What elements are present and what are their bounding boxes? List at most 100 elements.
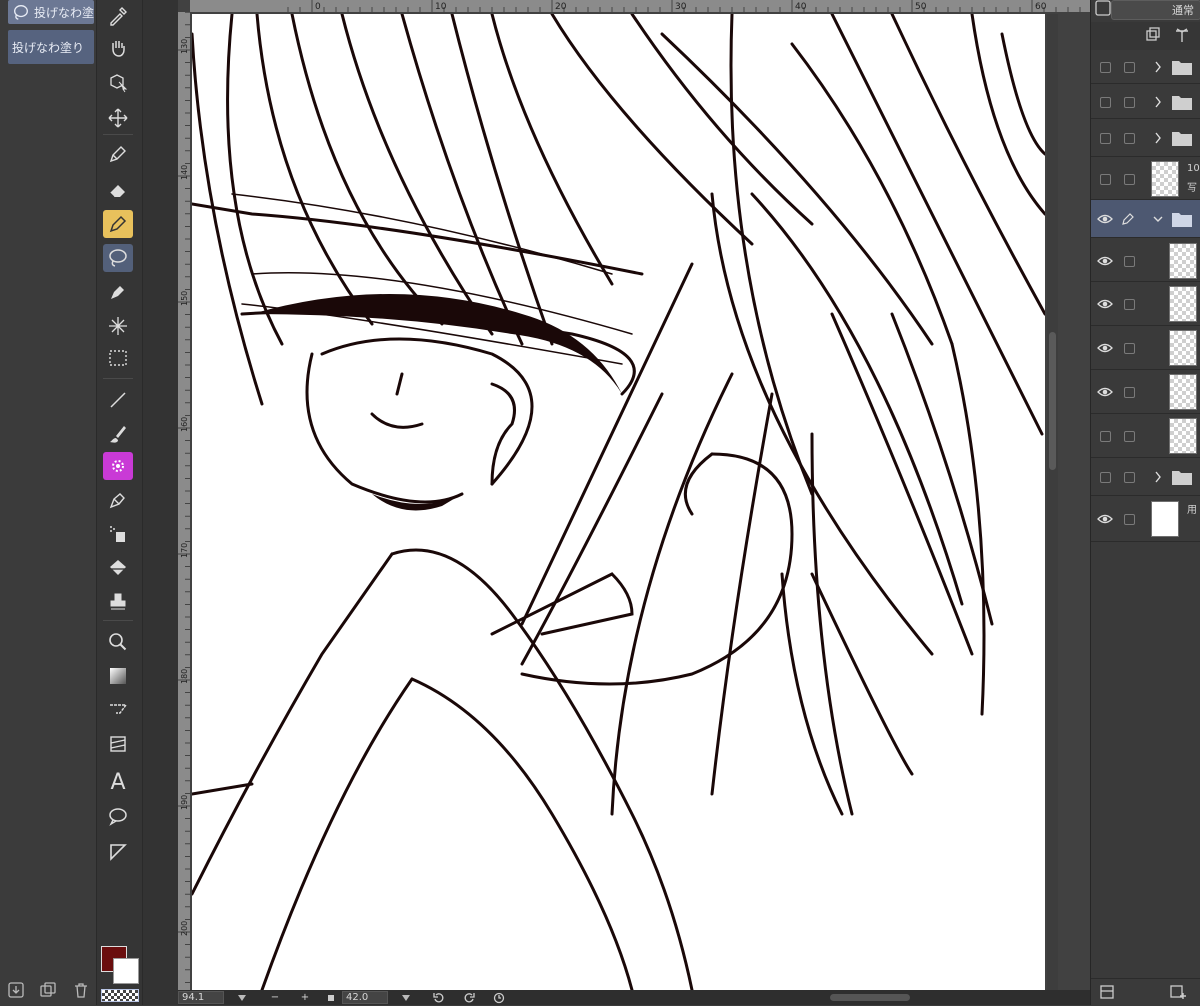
canvas-vertical-scrollbar[interactable]	[1047, 14, 1058, 990]
tool-eraser[interactable]	[103, 176, 133, 204]
lock-toggle[interactable]	[1124, 299, 1135, 310]
tool-text[interactable]: A	[103, 768, 133, 796]
layer-row[interactable]	[1091, 414, 1200, 458]
rotation-dropdown[interactable]	[388, 991, 424, 1004]
tool-marker[interactable]	[103, 210, 133, 238]
duplicate-icon[interactable]	[39, 981, 57, 999]
tool-selection[interactable]	[103, 344, 133, 372]
eye-icon[interactable]	[1097, 340, 1113, 356]
zoom-dropdown[interactable]	[224, 991, 260, 1004]
layer-row[interactable]	[1091, 370, 1200, 414]
layer-row[interactable]	[1091, 50, 1200, 84]
layer-row[interactable]	[1091, 326, 1200, 370]
visibility-toggle[interactable]	[1100, 62, 1111, 73]
rotation-input[interactable]: 42.0	[342, 991, 388, 1004]
layer-row[interactable]: 10 写	[1091, 158, 1200, 200]
tool-ruler[interactable]	[103, 696, 133, 724]
drawing-canvas[interactable]	[192, 14, 1045, 990]
visibility-toggle[interactable]	[1100, 174, 1111, 185]
tool-fill[interactable]	[103, 554, 133, 582]
transparent-color-swatch[interactable]	[101, 989, 139, 1002]
tool-zoom[interactable]	[103, 628, 133, 656]
subtool-tab-lasso-fill[interactable]: 投げなわ塗	[8, 0, 94, 24]
lock-toggle[interactable]	[1124, 62, 1135, 73]
lock-toggle[interactable]	[1124, 431, 1135, 442]
layer-row[interactable]	[1091, 240, 1200, 282]
chevron-down-icon[interactable]	[1153, 212, 1163, 226]
marker-pen-icon	[109, 215, 127, 233]
tool-lasso-fill[interactable]	[103, 244, 133, 272]
eye-icon[interactable]	[1097, 384, 1113, 400]
scrollbar-thumb[interactable]	[1049, 332, 1056, 470]
ruler-vertical[interactable]: 130 140 150 160 170 180 190 200	[178, 12, 190, 990]
layer-row[interactable]	[1091, 282, 1200, 326]
tool-frame[interactable]	[103, 730, 133, 758]
tool-line[interactable]	[103, 386, 133, 414]
visibility-toggle[interactable]	[1100, 431, 1111, 442]
tool-balloon[interactable]	[103, 802, 133, 830]
blend-mode-select[interactable]: 通常	[1111, 0, 1200, 20]
layer-row[interactable]: 用	[1091, 496, 1200, 542]
visibility-toggle[interactable]	[1100, 472, 1111, 483]
visibility-toggle[interactable]	[1100, 97, 1111, 108]
zoom-in-button[interactable]: +	[290, 991, 320, 1004]
visibility-toggle[interactable]	[1100, 133, 1111, 144]
zoom-input[interactable]: 94.1	[178, 991, 224, 1004]
lock-toggle[interactable]	[1124, 133, 1135, 144]
import-icon[interactable]	[7, 981, 25, 999]
tool-stamp[interactable]	[103, 588, 133, 616]
tool-pen2[interactable]	[103, 486, 133, 514]
tool-pen[interactable]	[103, 140, 133, 168]
lock-toggle[interactable]	[1124, 387, 1135, 398]
tool-move[interactable]	[103, 104, 133, 132]
chevron-right-icon[interactable]	[1153, 60, 1163, 74]
fit-button[interactable]	[320, 991, 342, 1004]
lock-toggle[interactable]	[1124, 97, 1135, 108]
tool-decoration[interactable]	[103, 452, 133, 480]
eraser-icon	[109, 185, 125, 198]
eye-icon[interactable]	[1097, 511, 1113, 527]
subtool-item-label: 投げなわ塗り	[12, 40, 85, 55]
new-layer-icon[interactable]	[1169, 984, 1187, 1000]
layer-menu-icon[interactable]	[1099, 984, 1115, 1000]
tool-eyedropper[interactable]	[103, 2, 133, 30]
chevron-right-icon[interactable]	[1153, 470, 1163, 484]
trash-icon[interactable]	[72, 981, 90, 999]
lock-toggle[interactable]	[1124, 472, 1135, 483]
tool-brush[interactable]	[103, 420, 133, 448]
layer-row[interactable]	[1091, 84, 1200, 119]
tool-gradient[interactable]	[103, 662, 133, 690]
lock-toggle[interactable]	[1124, 343, 1135, 354]
tool-pencil[interactable]	[103, 278, 133, 306]
layer-row[interactable]	[1091, 200, 1200, 238]
pen-edit-icon[interactable]	[1121, 212, 1135, 226]
tool-correct[interactable]	[103, 838, 133, 866]
correct-line-icon	[110, 844, 127, 861]
rotate-left-button[interactable]	[424, 991, 454, 1004]
tool-spray[interactable]	[103, 520, 133, 548]
eye-icon[interactable]	[1097, 253, 1113, 269]
layer-row[interactable]	[1091, 458, 1200, 496]
tool-sparkle[interactable]	[103, 312, 133, 340]
sub-color-swatch[interactable]	[113, 958, 139, 984]
clipping-icon[interactable]	[1145, 27, 1161, 43]
reference-layer-icon[interactable]	[1173, 26, 1191, 44]
tool-object[interactable]	[103, 68, 133, 96]
chevron-right-icon[interactable]	[1153, 131, 1163, 145]
tool-hand[interactable]	[103, 34, 133, 62]
chevron-right-icon[interactable]	[1153, 95, 1163, 109]
subtool-item-lasso-fill[interactable]: 投げなわ塗り	[8, 30, 94, 64]
sparkle-icon	[109, 317, 127, 335]
layer-row[interactable]	[1091, 119, 1200, 157]
lock-toggle[interactable]	[1124, 174, 1135, 185]
ruler-horizontal[interactable]: 0 10 20 30 40 50 60	[190, 0, 1090, 12]
rotate-right-button[interactable]	[454, 991, 484, 1004]
lock-toggle[interactable]	[1124, 256, 1135, 267]
zoom-out-button[interactable]: −	[260, 991, 290, 1004]
horizontal-scroll-thumb[interactable]	[830, 994, 910, 1001]
layer-color-icon[interactable]	[1095, 0, 1111, 16]
reset-rotation-button[interactable]	[484, 991, 514, 1004]
eye-icon[interactable]	[1097, 211, 1113, 227]
lock-toggle[interactable]	[1124, 514, 1135, 525]
eye-icon[interactable]	[1097, 296, 1113, 312]
